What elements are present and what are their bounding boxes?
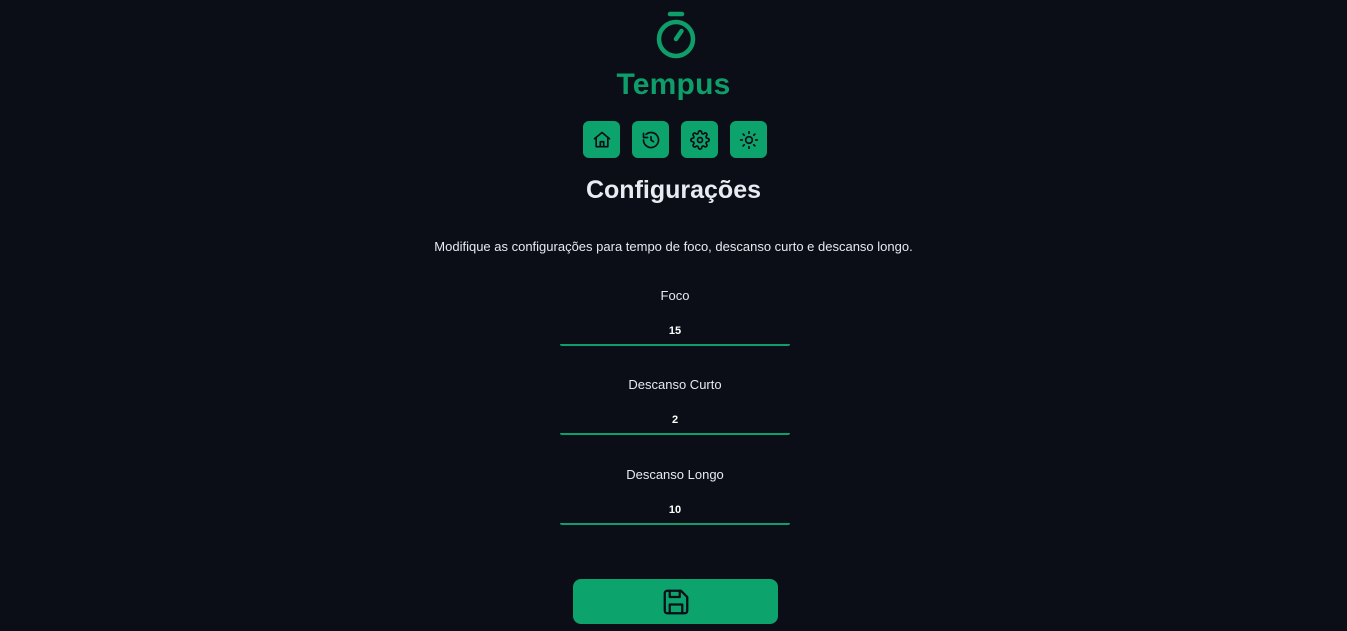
sun-icon	[739, 130, 758, 149]
nav-bar	[583, 121, 767, 158]
gear-icon	[689, 129, 710, 150]
history-icon	[642, 131, 659, 148]
theme-toggle-button[interactable]	[730, 121, 767, 158]
short-break-field: Descanso Curto	[560, 377, 790, 435]
home-icon	[593, 131, 610, 147]
long-break-field: Descanso Longo	[560, 467, 790, 525]
home-button[interactable]	[583, 121, 620, 158]
focus-input[interactable]	[560, 318, 790, 346]
long-break-input[interactable]	[560, 497, 790, 525]
save-icon	[663, 589, 688, 614]
focus-field: Foco	[560, 288, 790, 346]
focus-label: Foco	[660, 288, 690, 303]
long-break-label: Descanso Longo	[626, 467, 724, 482]
settings-description: Modifique as configurações para tempo de…	[434, 239, 913, 254]
settings-page: Tempus Configurações Modifique as config…	[0, 0, 1347, 631]
stopwatch-icon	[656, 11, 696, 59]
settings-button[interactable]	[681, 121, 718, 158]
app-title: Tempus	[616, 68, 731, 101]
history-button[interactable]	[632, 121, 669, 158]
page-title: Configurações	[585, 176, 762, 204]
short-break-label: Descanso Curto	[628, 377, 722, 392]
save-button[interactable]	[573, 579, 778, 624]
short-break-input[interactable]	[560, 407, 790, 435]
